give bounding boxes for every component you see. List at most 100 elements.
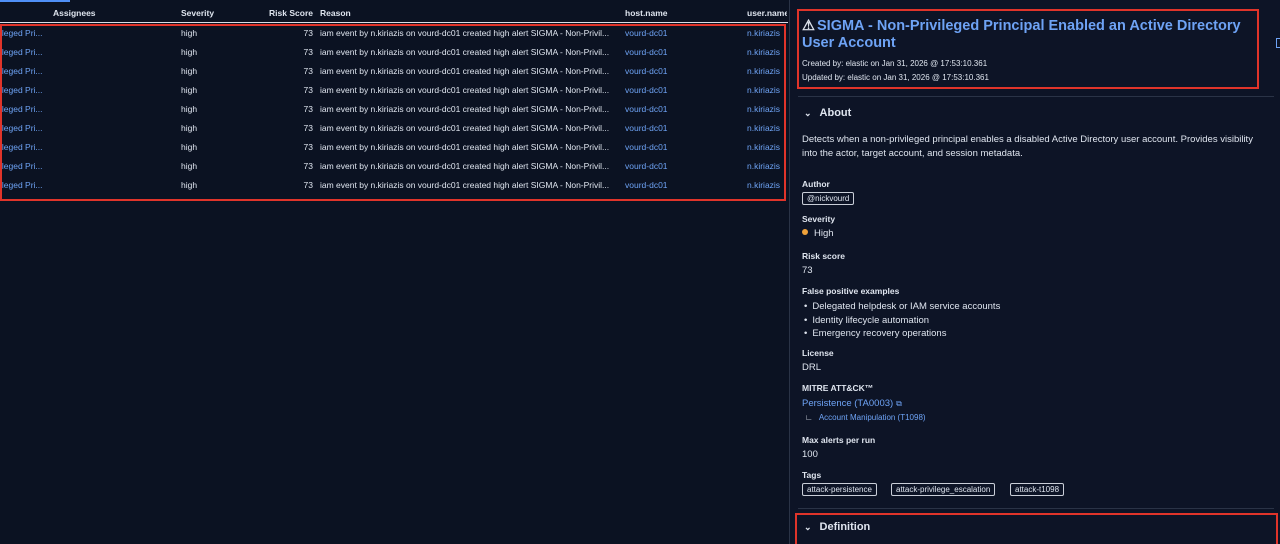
mitre-label: MITRE ATT&CK™ [802, 383, 874, 393]
host-name-link[interactable]: vourd-dc01 [625, 47, 668, 57]
reason-cell: iam event by n.kiriazis on vourd-dc01 cr… [320, 104, 610, 114]
user-name-link[interactable]: n.kiriazis [747, 66, 787, 76]
severity-value: High [802, 228, 834, 239]
user-name-link[interactable]: n.kiriazis [747, 180, 787, 190]
host-name-link[interactable]: vourd-dc01 [625, 66, 668, 76]
severity-cell: high [181, 47, 198, 57]
risk-score-cell: 73 [303, 28, 313, 38]
max-alerts-value: 100 [802, 449, 818, 460]
risk-score-cell: 73 [303, 161, 313, 171]
mitre-technique-link[interactable]: ∟ Account Manipulation (T1098) [805, 413, 926, 422]
risk-score-label: Risk score [802, 251, 845, 261]
host-name-link[interactable]: vourd-dc01 [625, 85, 668, 95]
column-header-host-name[interactable]: host.name [625, 8, 668, 18]
table-row[interactable]: ileged Pri... high 73 iam event by n.kir… [0, 43, 788, 62]
host-name-link[interactable]: vourd-dc01 [625, 161, 668, 171]
reason-cell: iam event by n.kiriazis on vourd-dc01 cr… [320, 85, 610, 95]
user-name-link[interactable]: n.kiriazis [747, 28, 787, 38]
section-divider [798, 96, 1274, 97]
user-name-link[interactable]: n.kiriazis [747, 85, 787, 95]
reason-cell: iam event by n.kiriazis on vourd-dc01 cr… [320, 66, 610, 76]
rule-name-link[interactable]: ileged Pri... [0, 161, 44, 171]
rule-name-link[interactable]: ileged Pri... [0, 180, 44, 190]
author-badge: @nickvourd [802, 192, 855, 205]
tags-label: Tags [802, 470, 822, 480]
risk-score-cell: 73 [303, 123, 313, 133]
severity-cell: high [181, 123, 198, 133]
reason-cell: iam event by n.kiriazis on vourd-dc01 cr… [320, 28, 610, 38]
host-name-link[interactable]: vourd-dc01 [625, 28, 668, 38]
risk-score-cell: 73 [303, 104, 313, 114]
chevron-down-icon: ⌄ [804, 522, 812, 532]
column-header-reason[interactable]: Reason [320, 8, 617, 18]
rule-description: Detects when a non-privileged principal … [802, 134, 1253, 159]
column-header-severity[interactable]: Severity [181, 8, 214, 18]
table-row[interactable]: ileged Pri... high 73 iam event by n.kir… [0, 176, 788, 195]
rule-name-link[interactable]: ileged Pri... [0, 142, 44, 152]
severity-cell: high [181, 161, 198, 171]
severity-cell: high [181, 28, 198, 38]
alerts-table: Assignees Severity Risk Score Reason hos… [0, 0, 788, 544]
flyout-header: ⚠ SIGMA - Non-Privileged Principal Enable… [790, 0, 1280, 92]
rule-details-flyout: ⚠ SIGMA - Non-Privileged Principal Enable… [789, 0, 1280, 544]
column-header-assignees[interactable]: Assignees [53, 8, 96, 18]
user-name-link[interactable]: n.kiriazis [747, 47, 787, 57]
column-header-user-name[interactable]: user.name [747, 8, 787, 18]
risk-score-cell: 73 [303, 180, 313, 190]
mitre-tactic-text[interactable]: Persistence (TA0003) [802, 398, 893, 409]
table-row[interactable]: ileged Pri... high 73 iam event by n.kir… [0, 62, 788, 81]
severity-cell: high [181, 180, 198, 190]
reason-cell: iam event by n.kiriazis on vourd-dc01 cr… [320, 180, 610, 190]
risk-score-value: 73 [802, 265, 813, 276]
host-name-link[interactable]: vourd-dc01 [625, 180, 668, 190]
active-tab-indicator [0, 0, 70, 2]
host-name-link[interactable]: vourd-dc01 [625, 142, 668, 152]
warning-icon: ⚠ [802, 18, 815, 34]
table-header: Assignees Severity Risk Score Reason hos… [0, 3, 788, 23]
column-header-risk-score[interactable]: Risk Score [258, 8, 313, 18]
created-by-text: Created by: elastic on Jan 31, 2026 @ 17… [802, 59, 988, 68]
tree-branch-icon: ∟ [805, 413, 813, 422]
max-alerts-label: Max alerts per run [802, 435, 876, 445]
list-item: Delegated helpdesk or IAM service accoun… [804, 300, 1000, 314]
table-row[interactable]: ileged Pri... high 73 iam event by n.kir… [0, 138, 788, 157]
definition-heading: Definition [819, 521, 871, 533]
severity-cell: high [181, 104, 198, 114]
external-link-icon: ⧉ [896, 399, 902, 408]
list-item: Emergency recovery operations [804, 327, 1000, 341]
definition-section-toggle[interactable]: ⌄ Definition [804, 521, 870, 533]
rule-title-text[interactable]: SIGMA - Non-Privileged Principal Enabled… [802, 18, 1241, 51]
rule-name-link[interactable]: ileged Pri... [0, 66, 44, 76]
risk-score-cell: 73 [303, 47, 313, 57]
author-label: Author [802, 179, 830, 189]
table-row[interactable]: ileged Pri... high 73 iam event by n.kir… [0, 81, 788, 100]
user-name-link[interactable]: n.kiriazis [747, 142, 787, 152]
panel-toggle-icon[interactable] [1276, 38, 1280, 48]
updated-by-text: Updated by: elastic on Jan 31, 2026 @ 17… [802, 73, 989, 82]
false-positives-label: False positive examples [802, 286, 900, 296]
table-row[interactable]: ileged Pri... high 73 iam event by n.kir… [0, 24, 788, 43]
rule-name-link[interactable]: ileged Pri... [0, 47, 44, 57]
about-section-toggle[interactable]: ⌄ About [804, 107, 851, 119]
tag-badge: attack-persistence [802, 483, 877, 496]
mitre-tactic-link[interactable]: Persistence (TA0003) ⧉ [802, 398, 902, 409]
rule-name-link[interactable]: ileged Pri... [0, 28, 44, 38]
rule-title[interactable]: ⚠ SIGMA - Non-Privileged Principal Enable… [802, 18, 1262, 52]
table-body: ileged Pri... high 73 iam event by n.kir… [0, 24, 788, 195]
host-name-link[interactable]: vourd-dc01 [625, 123, 668, 133]
user-name-link[interactable]: n.kiriazis [747, 104, 787, 114]
mitre-technique-text[interactable]: Account Manipulation (T1098) [819, 413, 926, 422]
table-row[interactable]: ileged Pri... high 73 iam event by n.kir… [0, 157, 788, 176]
table-row[interactable]: ileged Pri... high 73 iam event by n.kir… [0, 119, 788, 138]
rule-name-link[interactable]: ileged Pri... [0, 104, 44, 114]
rule-name-link[interactable]: ileged Pri... [0, 85, 44, 95]
user-name-link[interactable]: n.kiriazis [747, 123, 787, 133]
tag-badge: attack-t1098 [1010, 483, 1065, 496]
rule-name-link[interactable]: ileged Pri... [0, 123, 44, 133]
user-name-link[interactable]: n.kiriazis [747, 161, 787, 171]
host-name-link[interactable]: vourd-dc01 [625, 104, 668, 114]
table-row[interactable]: ileged Pri... high 73 iam event by n.kir… [0, 100, 788, 119]
reason-cell: iam event by n.kiriazis on vourd-dc01 cr… [320, 47, 610, 57]
tag-badge: attack-privilege_escalation [891, 483, 996, 496]
risk-score-cell: 73 [303, 142, 313, 152]
